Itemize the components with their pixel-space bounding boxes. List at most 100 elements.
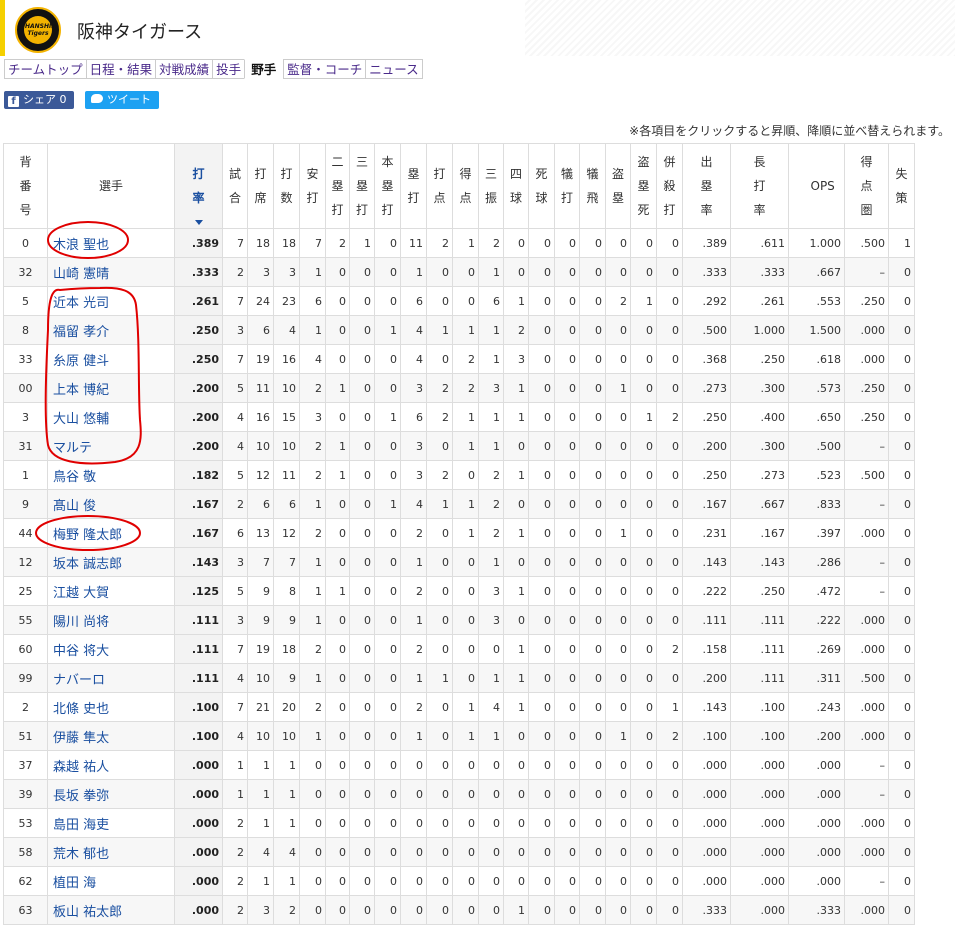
player-link[interactable]: 大山 悠輔 xyxy=(47,402,175,432)
col-header-steals[interactable]: 盗塁 xyxy=(605,143,631,229)
col-header-games[interactable]: 試合 xyxy=(222,143,248,229)
col-header-double-plays[interactable]: 併殺打 xyxy=(656,143,683,229)
cell-rbi: 0 xyxy=(426,257,453,287)
cell-hits: 0 xyxy=(299,808,326,838)
cell-hbp: 0 xyxy=(528,547,555,577)
col-header-slg[interactable]: 長打率 xyxy=(730,143,789,229)
cell-walks: 2 xyxy=(503,315,529,345)
player-link[interactable]: 糸原 健斗 xyxy=(47,344,175,374)
cell-total-bases: 1 xyxy=(400,605,427,635)
tweet-button[interactable]: ツイート xyxy=(85,91,159,109)
cell-double-plays: 0 xyxy=(656,373,683,403)
facebook-share-button[interactable]: f シェア 0 xyxy=(4,91,74,109)
cell-obp: .000 xyxy=(682,866,731,896)
cell-pa: 1 xyxy=(247,808,274,838)
cell-obp: .333 xyxy=(682,895,731,925)
player-link[interactable]: 近本 光司 xyxy=(47,286,175,316)
tab-pitchers[interactable]: 投手 xyxy=(212,59,245,79)
tab-head-to-head[interactable]: 対戦成績 xyxy=(155,59,213,79)
col-header-hbp[interactable]: 死球 xyxy=(528,143,555,229)
col-header-caught-stealing[interactable]: 盗塁死 xyxy=(630,143,657,229)
cell-strikeouts: 3 xyxy=(478,373,504,403)
player-link[interactable]: 植田 海 xyxy=(47,866,175,896)
col-header-homeruns[interactable]: 本塁打 xyxy=(374,143,401,229)
player-link[interactable]: 山崎 憲晴 xyxy=(47,257,175,287)
col-header-avg[interactable]: 打率 xyxy=(174,143,223,229)
player-link[interactable]: ナバーロ xyxy=(47,663,175,693)
col-header-obp[interactable]: 出塁率 xyxy=(682,143,731,229)
player-link[interactable]: 陽川 尚将 xyxy=(47,605,175,635)
cell-hbp: 0 xyxy=(528,518,555,548)
col-header-no[interactable]: 背番号 xyxy=(3,143,48,229)
player-link[interactable]: 上本 博紀 xyxy=(47,373,175,403)
cell-ops: .000 xyxy=(788,808,845,838)
col-header-total-bases[interactable]: 塁打 xyxy=(400,143,427,229)
cell-hbp: 0 xyxy=(528,866,555,896)
col-header-sac-bunt[interactable]: 犠打 xyxy=(554,143,580,229)
cell-doubles: 0 xyxy=(325,547,350,577)
cell-slg: .000 xyxy=(730,808,789,838)
cell-uniform-number: 37 xyxy=(3,750,48,780)
tab-staff[interactable]: 監督・コーチ xyxy=(283,59,366,79)
cell-avg: .250 xyxy=(174,344,223,374)
col-header-walks[interactable]: 四球 xyxy=(503,143,529,229)
col-header-errors[interactable]: 失策 xyxy=(888,143,915,229)
player-link[interactable]: 中谷 将大 xyxy=(47,634,175,664)
col-header-pa[interactable]: 打席 xyxy=(247,143,274,229)
player-link[interactable]: 鳥谷 敬 xyxy=(47,460,175,490)
player-link[interactable]: 長坂 拳弥 xyxy=(47,779,175,809)
cell-avg: .167 xyxy=(174,518,223,548)
player-link[interactable]: 伊藤 隼太 xyxy=(47,721,175,751)
player-link[interactable]: 坂本 誠志郎 xyxy=(47,547,175,577)
col-header-doubles[interactable]: 二塁打 xyxy=(325,143,350,229)
player-link[interactable]: 梅野 隆太郎 xyxy=(47,518,175,548)
tab-news[interactable]: ニュース xyxy=(365,59,423,79)
cell-total-bases: 0 xyxy=(400,808,427,838)
cell-uniform-number: 3 xyxy=(3,402,48,432)
col-header-ops[interactable]: OPS xyxy=(788,143,845,229)
col-header-ab[interactable]: 打数 xyxy=(273,143,300,229)
cell-risp: .000 xyxy=(844,605,889,635)
cell-slg: .250 xyxy=(730,344,789,374)
team-nav: チームトップ 日程・結果 対戦成績 投手 野手 監督・コーチ ニュース xyxy=(4,59,423,79)
player-link[interactable]: 福留 孝介 xyxy=(47,315,175,345)
cell-slg: .273 xyxy=(730,460,789,490)
cell-strikeouts: 2 xyxy=(478,228,504,258)
cell-slg: .300 xyxy=(730,373,789,403)
player-link[interactable]: 江越 大賀 xyxy=(47,576,175,606)
tab-fielders[interactable]: 野手 xyxy=(244,59,284,79)
cell-rbi: 0 xyxy=(426,518,453,548)
cell-doubles: 0 xyxy=(325,286,350,316)
col-header-rbi[interactable]: 打点 xyxy=(426,143,453,229)
team-logo: HANSHIN Tigers xyxy=(15,7,61,53)
player-link[interactable]: 荒木 郁也 xyxy=(47,837,175,867)
player-link[interactable]: 髙山 俊 xyxy=(47,489,175,519)
col-header-triples[interactable]: 三塁打 xyxy=(349,143,375,229)
cell-triples: 0 xyxy=(349,257,375,287)
cell-slg: .111 xyxy=(730,634,789,664)
cell-rbi: 1 xyxy=(426,315,453,345)
player-link[interactable]: 板山 祐太郎 xyxy=(47,895,175,925)
player-link[interactable]: 木浪 聖也 xyxy=(47,228,175,258)
tab-schedule[interactable]: 日程・結果 xyxy=(85,59,156,79)
col-header-risp[interactable]: 得点圏 xyxy=(844,143,889,229)
player-link[interactable]: 北條 史也 xyxy=(47,692,175,722)
tab-team-top[interactable]: チームトップ xyxy=(4,59,86,79)
cell-steals: 0 xyxy=(605,750,631,780)
cell-errors: 0 xyxy=(888,518,915,548)
col-header-strikeouts[interactable]: 三振 xyxy=(478,143,504,229)
cell-runs: 0 xyxy=(452,460,479,490)
cell-pa: 3 xyxy=(247,895,274,925)
table-row: 51 伊藤 隼太 .100 4 10 10 1 0 0 0 1 0 1 1 0 0 0 0 1 0 2.100.100.… xyxy=(3,721,915,751)
player-link[interactable]: 島田 海吏 xyxy=(47,808,175,838)
col-header-sac-fly[interactable]: 犠飛 xyxy=(579,143,606,229)
player-link[interactable]: マルテ xyxy=(47,431,175,461)
cell-homeruns: 0 xyxy=(374,895,401,925)
cell-ab: 2 xyxy=(273,895,300,925)
col-header-hits[interactable]: 安打 xyxy=(299,143,326,229)
player-link[interactable]: 森越 祐人 xyxy=(47,750,175,780)
cell-slg: .111 xyxy=(730,663,789,693)
col-header-runs[interactable]: 得点 xyxy=(452,143,479,229)
col-header-player[interactable]: 選手 xyxy=(47,143,175,229)
cell-avg: .200 xyxy=(174,402,223,432)
